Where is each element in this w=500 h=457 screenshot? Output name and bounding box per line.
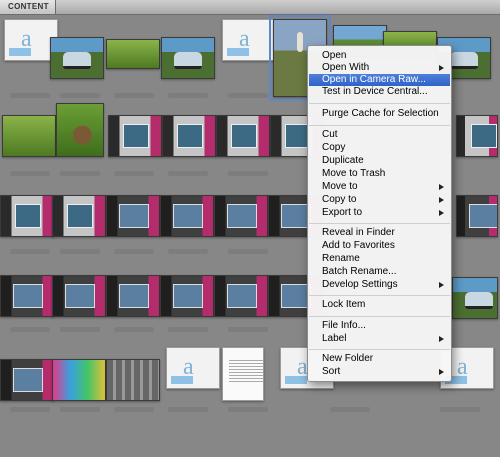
submenu-arrow-icon bbox=[439, 369, 444, 375]
menu-item-lock-item[interactable]: Lock Item bbox=[309, 299, 450, 311]
menu-item-open-in-camera-raw[interactable]: Open in Camera Raw... bbox=[309, 74, 450, 86]
thumbnail-photoshop[interactable] bbox=[162, 115, 216, 157]
thumbnail-screenshot[interactable] bbox=[106, 359, 160, 401]
menu-separator bbox=[309, 223, 450, 224]
menu-item-duplicate[interactable]: Duplicate bbox=[309, 155, 450, 167]
menu-item-open-with[interactable]: Open With bbox=[309, 62, 450, 74]
thumbnail-photoshop[interactable] bbox=[52, 195, 106, 237]
thumbnail-photoshop-dark[interactable] bbox=[0, 359, 54, 401]
menu-separator bbox=[309, 295, 450, 296]
thumbnail-photoshop[interactable] bbox=[216, 115, 270, 157]
submenu-arrow-icon bbox=[439, 197, 444, 203]
menu-separator bbox=[309, 125, 450, 126]
thumbnail-photoshop-dark[interactable] bbox=[214, 275, 268, 317]
menu-item-label[interactable]: Label bbox=[309, 333, 450, 345]
submenu-arrow-icon bbox=[439, 336, 444, 342]
menu-item-file-info[interactable]: File Info... bbox=[309, 320, 450, 332]
menu-item-add-to-favorites[interactable]: Add to Favorites bbox=[309, 240, 450, 252]
submenu-arrow-icon bbox=[439, 282, 444, 288]
thumbnail-photoshop-dark[interactable] bbox=[106, 275, 160, 317]
context-menu: Open Open With Open in Camera Raw... Tes… bbox=[307, 45, 452, 382]
thumbnail-photoshop-dark[interactable] bbox=[160, 195, 214, 237]
thumbnail-photoshop[interactable] bbox=[0, 195, 54, 237]
thumbnail-page[interactable] bbox=[222, 347, 264, 401]
menu-separator bbox=[309, 349, 450, 350]
thumbnail-photoshop-dark[interactable] bbox=[52, 275, 106, 317]
menu-item-sort[interactable]: Sort bbox=[309, 366, 450, 378]
panel-tab-bar: CONTENT bbox=[0, 0, 500, 15]
menu-item-copy-to[interactable]: Copy to bbox=[309, 194, 450, 206]
thumbnail-bunny[interactable] bbox=[56, 103, 104, 157]
thumbnail-photoshop-dark[interactable] bbox=[0, 275, 54, 317]
thumbnail-photoshop-dark[interactable] bbox=[106, 195, 160, 237]
menu-separator bbox=[309, 103, 450, 104]
menu-item-develop-settings[interactable]: Develop Settings bbox=[309, 279, 450, 291]
menu-item-copy[interactable]: Copy bbox=[309, 142, 450, 154]
tab-content[interactable]: CONTENT bbox=[0, 0, 56, 14]
thumbnail-photoshop-dark[interactable] bbox=[160, 275, 214, 317]
thumbnail-grass[interactable] bbox=[2, 115, 56, 157]
thumbnail-grass[interactable] bbox=[106, 39, 160, 69]
menu-item-new-folder[interactable]: New Folder bbox=[309, 353, 450, 365]
submenu-arrow-icon bbox=[439, 210, 444, 216]
submenu-arrow-icon bbox=[439, 65, 444, 71]
menu-item-reveal-in-finder[interactable]: Reveal in Finder bbox=[309, 227, 450, 239]
menu-item-export-to[interactable]: Export to bbox=[309, 207, 450, 219]
submenu-arrow-icon bbox=[439, 184, 444, 190]
thumbnail-photoshop-dark[interactable] bbox=[214, 195, 268, 237]
thumbnail-doc[interactable] bbox=[166, 347, 220, 389]
menu-item-rename[interactable]: Rename bbox=[309, 253, 450, 265]
thumbnail-car[interactable] bbox=[50, 37, 104, 79]
menu-item-batch-rename[interactable]: Batch Rename... bbox=[309, 266, 450, 278]
thumbnail-car[interactable] bbox=[452, 277, 498, 319]
menu-item-cut[interactable]: Cut bbox=[309, 129, 450, 141]
thumbnail-doc[interactable] bbox=[222, 19, 276, 61]
menu-item-open[interactable]: Open bbox=[309, 50, 450, 62]
menu-item-move-to-trash[interactable]: Move to Trash bbox=[309, 168, 450, 180]
thumbnail-car[interactable] bbox=[161, 37, 215, 79]
menu-separator bbox=[309, 316, 450, 317]
thumbnail-colour[interactable] bbox=[52, 359, 106, 401]
thumbnail-photoshop[interactable] bbox=[108, 115, 162, 157]
thumbnail-photoshop-dark[interactable] bbox=[456, 195, 498, 237]
menu-item-move-to[interactable]: Move to bbox=[309, 181, 450, 193]
menu-item-purge-cache[interactable]: Purge Cache for Selection bbox=[309, 108, 450, 120]
menu-item-test-in-device-central[interactable]: Test in Device Central... bbox=[309, 86, 450, 98]
thumbnail-photoshop[interactable] bbox=[456, 115, 498, 157]
